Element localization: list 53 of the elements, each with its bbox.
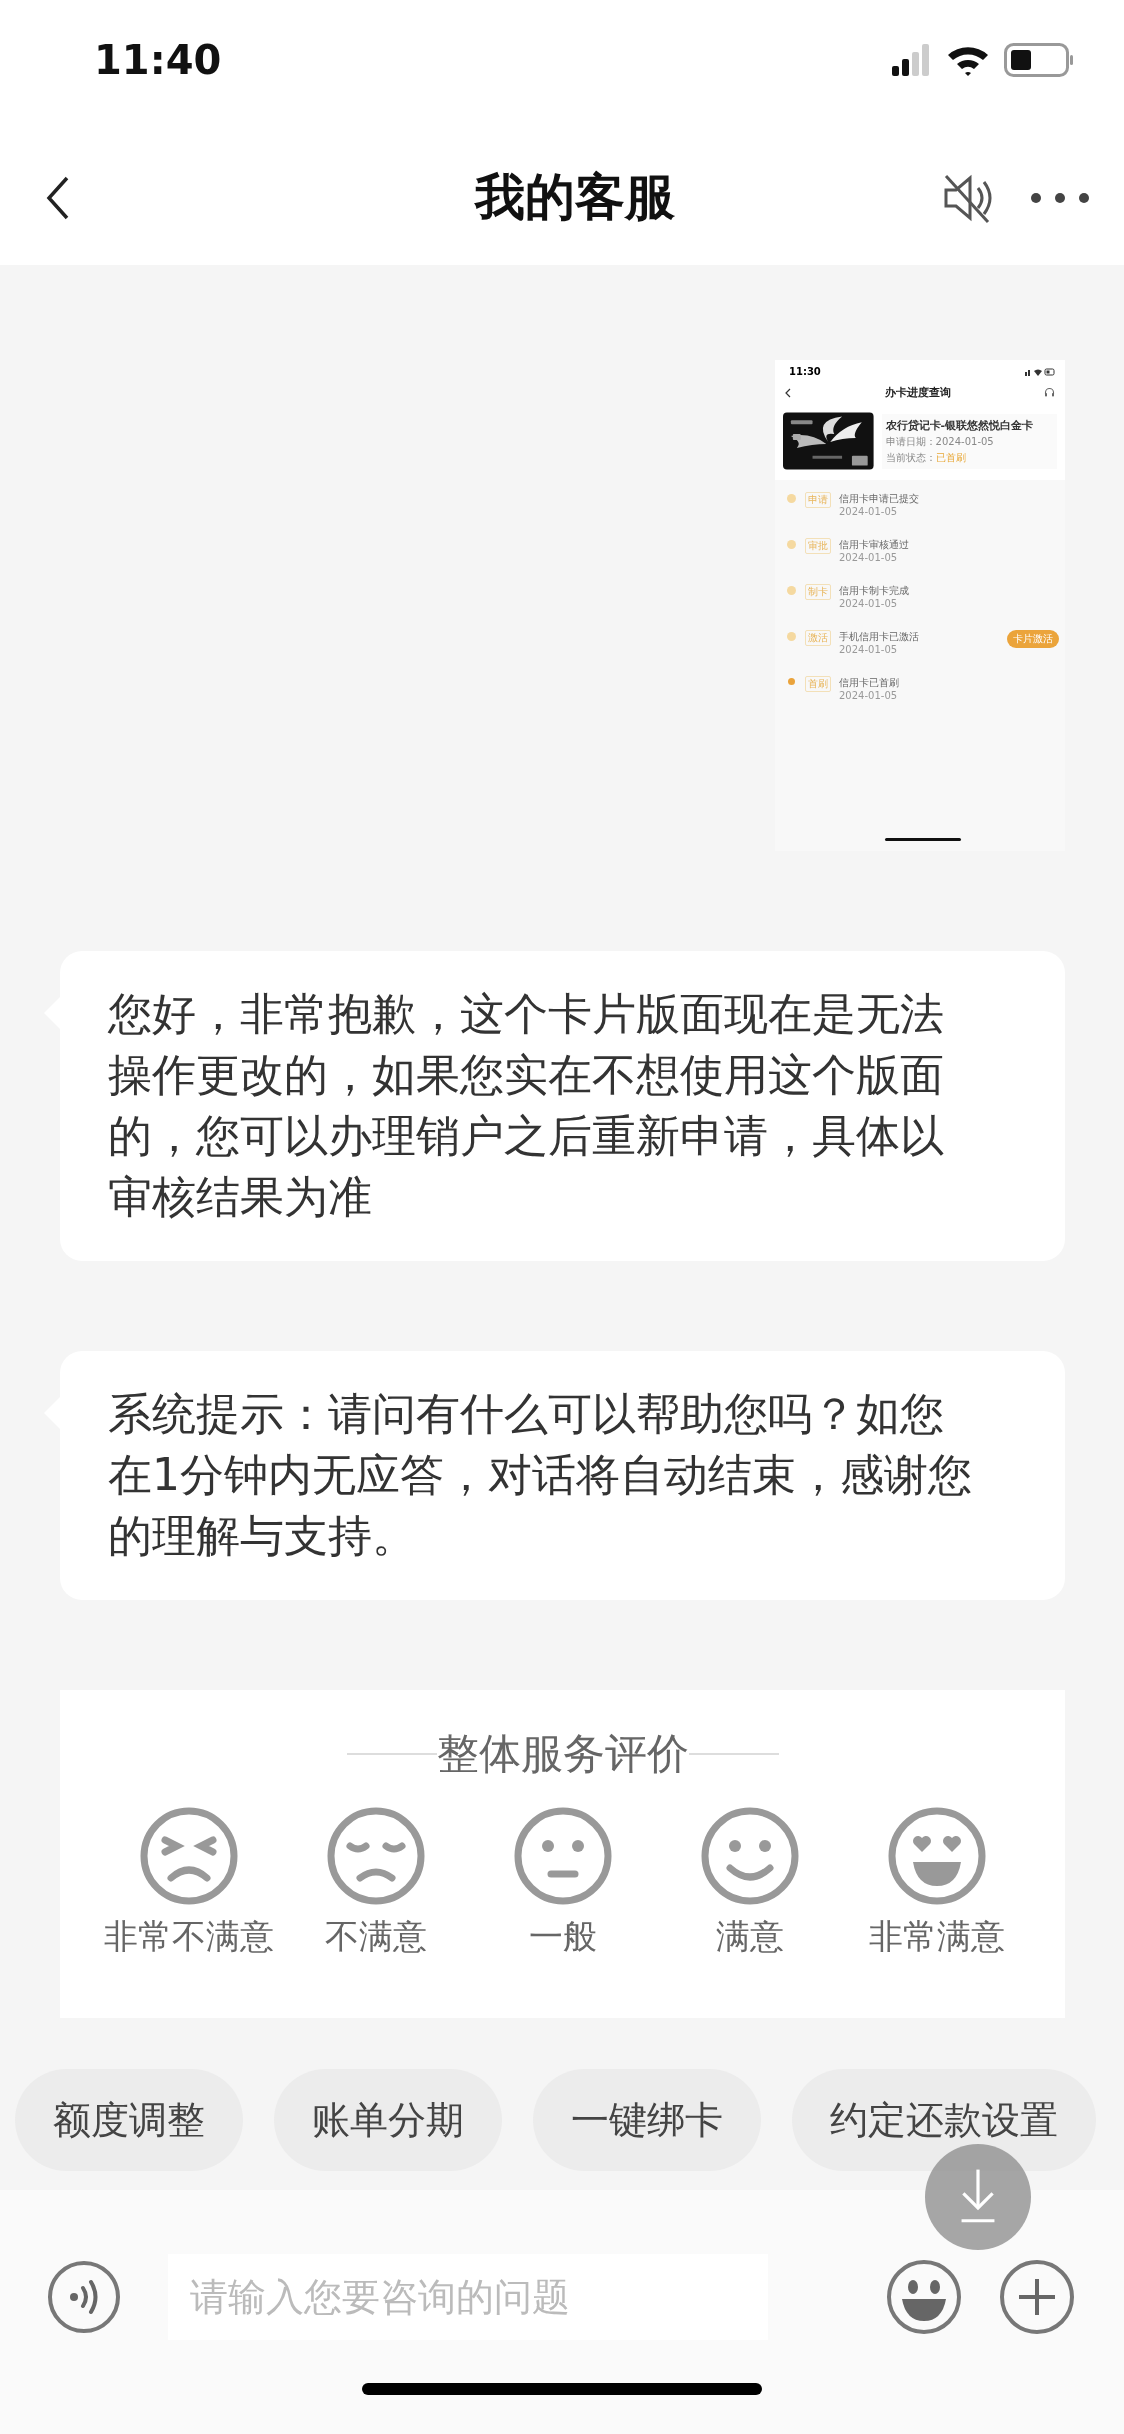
step-tag: 审批	[805, 538, 831, 554]
status-time: 11:40	[94, 37, 222, 83]
back-icon	[785, 387, 791, 398]
back-icon[interactable]	[46, 175, 70, 220]
quick-reply-button[interactable]: 一键绑卡	[533, 2069, 761, 2171]
page-title: 我的客服	[473, 167, 676, 228]
wifi-icon	[946, 44, 990, 76]
rating-label: 不满意	[324, 1915, 427, 1958]
rating-title: 整体服务评价	[436, 1728, 689, 1780]
message-bubble: 系统提示：请问有什么可以帮助您吗？如您在1分钟内无应答，对话将自动结束，感谢您的理解与支持。	[60, 1351, 1065, 1600]
status-value: 已首刷	[935, 450, 966, 465]
message-input[interactable]: 请输入您要咨询的问题	[168, 2254, 768, 2340]
step-date: 2024-01-05	[839, 690, 899, 701]
step-date: 2024-01-05	[839, 644, 899, 655]
voice-icon[interactable]	[47, 2260, 121, 2334]
status-time: 11:30	[789, 366, 821, 377]
signal-icon	[892, 44, 932, 76]
message-bubble: 您好，非常抱歉，这个卡片版面现在是无法操作更改的，如果您实在不想使用这个版面的，您可以办理销户之后重新申请，具体以审核结果为准	[60, 951, 1065, 1261]
sad-face-icon[interactable]	[138, 1806, 239, 1906]
step-text: 信用卡已首刷	[839, 676, 900, 690]
status-icons	[1025, 367, 1055, 376]
step-tag: 激活	[805, 630, 831, 646]
activate-button: 卡片激活	[1007, 630, 1059, 648]
battery-icon	[1004, 43, 1074, 77]
status-label: 当前状态：	[885, 450, 936, 465]
add-icon[interactable]	[999, 2259, 1075, 2335]
quick-reply-button[interactable]: 额度调整	[15, 2069, 243, 2171]
card-name: 农行贷记卡-银联悠然悦白金卡	[885, 417, 1035, 433]
quick-reply-button[interactable]: 约定还款设置	[792, 2069, 1096, 2171]
headset-icon	[1044, 387, 1055, 398]
smiley-face-icon[interactable]	[886, 1806, 987, 1906]
step-date: 2024-01-05	[839, 552, 899, 563]
step-text: 信用卡制卡完成	[839, 584, 910, 598]
rating-label: 满意	[715, 1915, 784, 1958]
sad-face-icon[interactable]	[325, 1806, 426, 1906]
step-date: 2024-01-05	[839, 598, 899, 609]
step-text: 信用卡申请已提交	[839, 492, 920, 506]
step-text: 手机信用卡已激活	[839, 630, 920, 644]
step-tag: 制卡	[805, 584, 831, 600]
step-text: 信用卡审核通过	[839, 538, 910, 552]
quick-reply-button[interactable]: 账单分期	[274, 2069, 502, 2171]
step-tag: 申请	[805, 492, 831, 508]
more-icon[interactable]	[1030, 191, 1090, 204]
page-title: 办卡进度查询	[884, 385, 951, 400]
smiley-face-icon[interactable]	[699, 1806, 800, 1906]
apply-date: 申请日期：2024-01-05	[885, 434, 995, 449]
rating-label: 非常不满意	[103, 1915, 274, 1958]
rating-label: 一般	[528, 1915, 597, 1958]
step-tag: 首刷	[805, 676, 831, 692]
neutral-face-icon[interactable]	[512, 1806, 613, 1906]
emoji-icon[interactable]	[886, 2259, 962, 2335]
step-date: 2024-01-05	[839, 506, 899, 517]
rating-label: 非常满意	[868, 1915, 1005, 1958]
